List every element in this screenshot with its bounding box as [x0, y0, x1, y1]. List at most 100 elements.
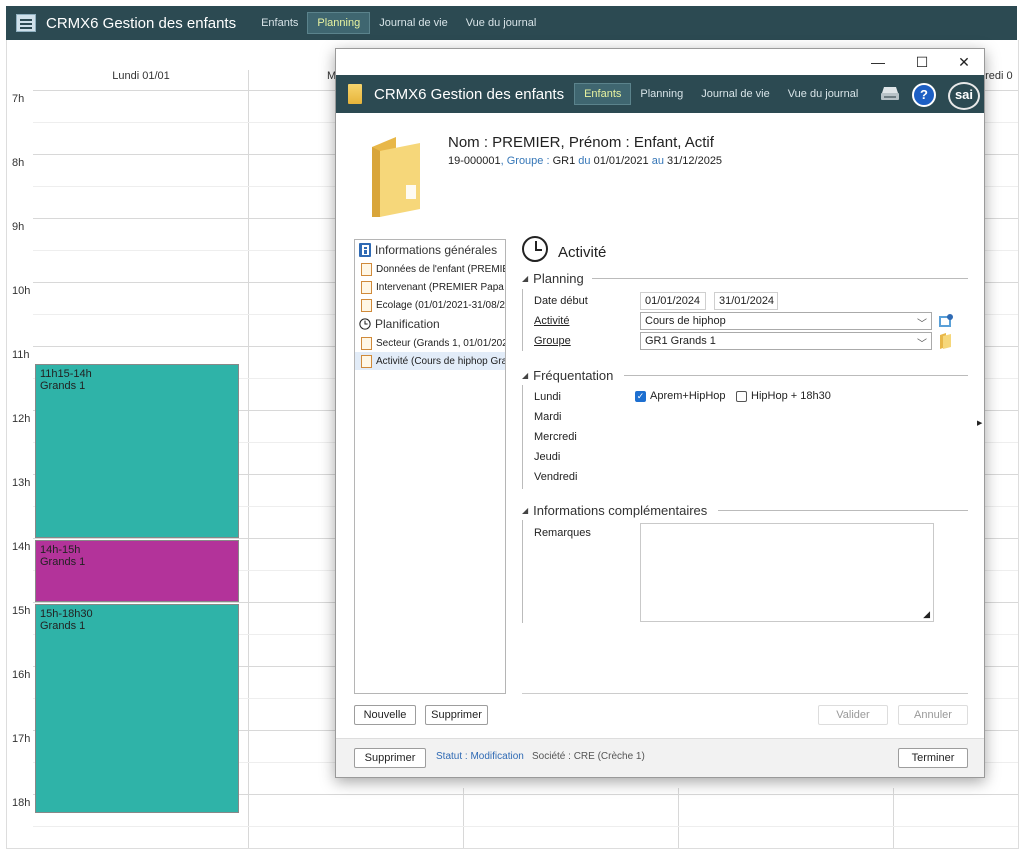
tree-item-donnees[interactable]: Données de l'enfant (PREMIER: [355, 260, 505, 278]
day-vendredi: Vendredi: [534, 471, 578, 483]
tree-item-intervenant[interactable]: Intervenant (PREMIER Papa Pé: [355, 278, 505, 296]
calendar-event[interactable]: 11h15-14h Grands 1: [35, 364, 239, 538]
tree-section-planification[interactable]: Planification: [355, 314, 505, 334]
checkbox-unchecked-icon: [736, 390, 747, 402]
record-tree: Informations générales Données de l'enfa…: [354, 239, 506, 694]
calendar-event[interactable]: 15h-18h30 Grands 1: [35, 604, 239, 814]
resize-grip-icon[interactable]: ◢: [923, 609, 930, 620]
hour-label: 10h: [12, 285, 31, 297]
status-text: Statut : Modification: [436, 751, 524, 762]
activity-lookup-icon[interactable]: [938, 313, 954, 329]
tree-item-label: Activité (Cours de hiphop Gra: [376, 355, 506, 367]
event-group: Grands 1: [40, 380, 86, 392]
nav-journal-de-vie[interactable]: Journal de vie: [370, 13, 457, 33]
date-debut-label: Date début: [534, 295, 588, 307]
infos-group-header[interactable]: ◢ Informations complémentaires: [522, 503, 707, 518]
day-mardi: Mardi: [534, 411, 562, 423]
calendar-event[interactable]: 14h-15h Grands 1: [35, 540, 239, 602]
tree-supprimer-button[interactable]: Supprimer: [425, 705, 488, 725]
du-label: du: [575, 155, 594, 167]
frequentation-group-header[interactable]: ◢ Fréquentation: [522, 368, 613, 383]
nav-planning[interactable]: Planning: [307, 12, 371, 34]
groupe-label[interactable]: Groupe: [534, 335, 571, 347]
hour-label: 14h: [12, 541, 31, 553]
document-icon: [361, 354, 372, 368]
day-jeudi: Jeudi: [534, 451, 561, 463]
dialog-nav-journal-de-vie[interactable]: Journal de vie: [692, 84, 779, 104]
folder-icon: [348, 84, 362, 104]
window-chrome: — ☐ ✕: [336, 49, 984, 75]
group-divider: [718, 510, 968, 511]
document-icon: [361, 336, 372, 350]
terminer-button[interactable]: Terminer: [898, 748, 968, 768]
tree-section-informations[interactable]: Informations générales: [355, 240, 505, 260]
event-group: Grands 1: [40, 556, 86, 568]
valider-button[interactable]: Valider: [818, 705, 888, 725]
form-title: Activité: [558, 244, 607, 261]
option-hiphop-18h30[interactable]: HipHop + 18h30: [736, 390, 831, 402]
activity-clock-icon: [522, 236, 548, 262]
annuler-button[interactable]: Annuler: [898, 705, 968, 725]
du-date: 01/01/2021: [593, 155, 649, 167]
groupe-select[interactable]: GR1 Grands 1 ﹀: [640, 332, 932, 350]
option-label: Aprem+HipHop: [650, 390, 726, 402]
event-time: 14h-15h: [40, 544, 81, 556]
groupe-label: , Groupe :: [500, 155, 553, 167]
date-fin-field[interactable]: 31/01/2024: [714, 292, 778, 310]
dialog-app-header: CRMX6 Gestion des enfants Enfants Planni…: [336, 75, 984, 113]
help-icon[interactable]: ?: [912, 83, 936, 107]
au-label: au: [648, 155, 667, 167]
hour-label: 16h: [12, 669, 31, 681]
tree-item-secteur[interactable]: Secteur (Grands 1, 01/01/202: [355, 334, 505, 352]
group-label: Fréquentation: [533, 368, 614, 383]
hour-label: 11h: [12, 349, 30, 361]
footer-supprimer-button[interactable]: Supprimer: [354, 748, 426, 768]
tree-item-activite[interactable]: Activité (Cours de hiphop Gra: [355, 352, 505, 370]
tree-item-label: Données de l'enfant (PREMIER: [376, 263, 506, 275]
sai-logo: sai: [948, 82, 980, 110]
group-border: [522, 289, 523, 351]
groupe-value: GR1 Grands 1: [645, 335, 716, 347]
remarques-label: Remarques: [534, 527, 591, 539]
nouvelle-button[interactable]: Nouvelle: [354, 705, 416, 725]
group-folder-icon[interactable]: [938, 333, 952, 349]
activite-label[interactable]: Activité: [534, 315, 569, 327]
hour-label: 13h: [12, 477, 31, 489]
dialog-nav-vue-du-journal[interactable]: Vue du journal: [779, 84, 868, 104]
document-icon: [361, 280, 372, 294]
dialog-footer: Supprimer Statut : Modification Société …: [336, 738, 984, 777]
event-time: 11h15-14h: [40, 368, 92, 380]
group-border: [522, 520, 523, 623]
activite-select[interactable]: Cours de hiphop ﹀: [640, 312, 932, 330]
remarques-textarea[interactable]: ◢: [640, 523, 934, 622]
option-aprem-hiphop[interactable]: ✓ Aprem+HipHop: [635, 390, 726, 402]
child-folder-icon: [372, 137, 420, 217]
column-divider: [463, 788, 464, 848]
checkbox-checked-icon: ✓: [635, 390, 646, 402]
hour-label: 17h: [12, 733, 31, 745]
hour-label: 12h: [12, 413, 31, 425]
day-header-vendredi-partial: dredi 0: [979, 70, 1013, 82]
planning-group-header[interactable]: ◢ Planning: [522, 271, 584, 286]
expand-arrow-icon[interactable]: ▶: [977, 419, 982, 427]
chevron-down-icon: ﹀: [917, 339, 927, 350]
nav-enfants[interactable]: Enfants: [252, 13, 307, 33]
tree-item-label: Intervenant (PREMIER Papa Pé: [376, 281, 506, 293]
event-time: 15h-18h30: [40, 608, 93, 620]
column-divider: [678, 788, 679, 848]
printer-icon[interactable]: [880, 87, 900, 101]
hour-label: 18h: [12, 797, 31, 809]
tree-item-ecolage[interactable]: Ecolage (01/01/2021-31/08/20: [355, 296, 505, 314]
close-button[interactable]: ✕: [954, 54, 974, 71]
document-icon: [361, 262, 372, 276]
dialog-nav-enfants[interactable]: Enfants: [574, 83, 632, 105]
group-label: Planning: [533, 271, 584, 286]
date-debut-field[interactable]: 01/01/2024: [640, 292, 706, 310]
hour-label: 9h: [12, 221, 25, 233]
dialog-nav-planning[interactable]: Planning: [631, 84, 692, 104]
tree-item-label: Secteur (Grands 1, 01/01/202: [376, 337, 506, 349]
nav-vue-du-journal[interactable]: Vue du journal: [457, 13, 546, 33]
hour-label: 8h: [12, 157, 25, 169]
minimize-button[interactable]: —: [868, 54, 888, 70]
maximize-button[interactable]: ☐: [912, 54, 932, 71]
